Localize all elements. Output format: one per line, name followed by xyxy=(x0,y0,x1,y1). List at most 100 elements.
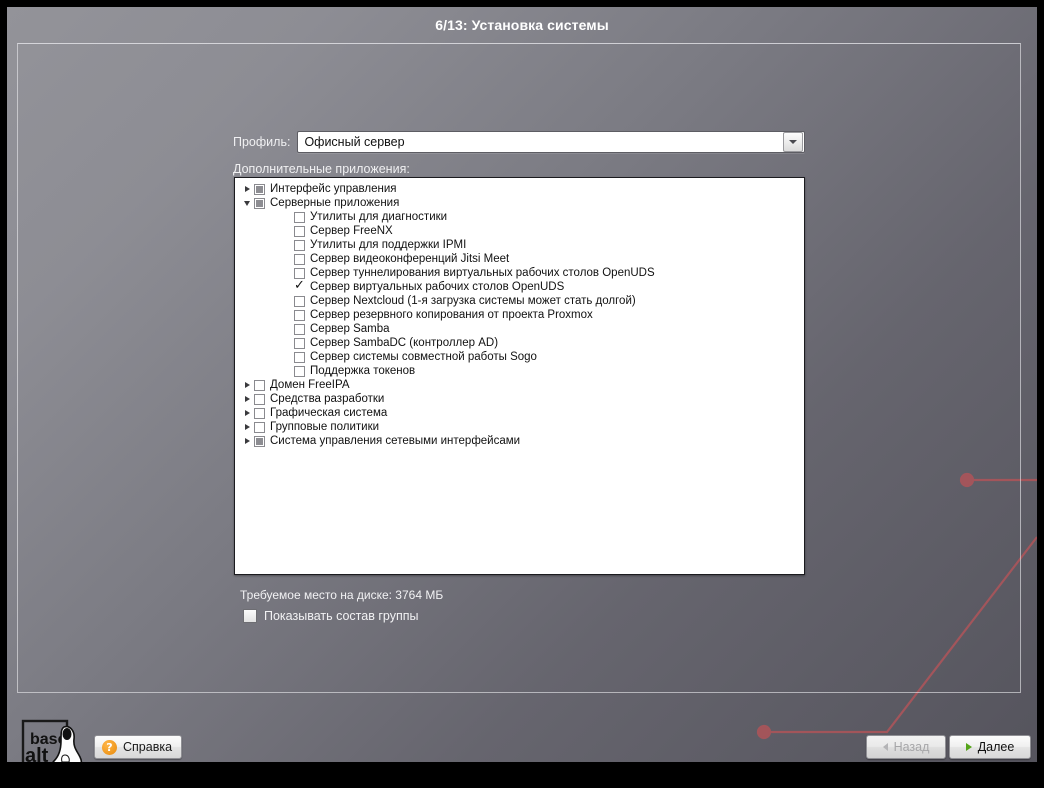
tree-checkbox[interactable] xyxy=(254,421,265,433)
profile-selected-value: Офисный сервер xyxy=(304,135,405,149)
tree-row[interactable]: Сервер FreeNX xyxy=(235,224,804,238)
tree-row-label: Серверные приложения xyxy=(270,197,400,209)
tree-row[interactable]: Утилиты для поддержки IPMI xyxy=(235,238,804,252)
tree-row[interactable]: Графическая система xyxy=(235,406,804,420)
tree-checkbox[interactable] xyxy=(254,393,265,405)
tree-row-label: Сервер FreeNX xyxy=(310,225,393,237)
next-button[interactable]: Далее xyxy=(949,735,1031,759)
tree-row-label: Сервер системы совместной работы Sogo xyxy=(310,351,537,363)
tree-checkbox[interactable] xyxy=(254,183,265,195)
chevron-down-icon[interactable] xyxy=(783,132,803,152)
chevron-right-icon xyxy=(965,743,972,751)
tree-row-label: Утилиты для поддержки IPMI xyxy=(310,239,467,251)
profile-row: Профиль: Офисный сервер xyxy=(233,130,805,154)
disk-space-text: Требуемое место на диске: 3764 МБ xyxy=(240,588,444,602)
tree-checkbox[interactable] xyxy=(294,295,305,307)
spacer-icon xyxy=(280,294,294,308)
tree-row-label: Сервер туннелирования виртуальных рабочи… xyxy=(310,267,655,279)
chevron-right-icon[interactable] xyxy=(240,378,254,392)
question-mark-icon: ? xyxy=(102,739,117,755)
spacer-icon xyxy=(280,364,294,378)
tree-row[interactable]: Сервер Samba xyxy=(235,322,804,336)
tree-checkbox[interactable] xyxy=(254,379,265,391)
chevron-left-icon xyxy=(882,743,888,751)
tree-row[interactable]: Сервер резервного копирования от проекта… xyxy=(235,308,804,322)
back-button[interactable]: Назад xyxy=(866,735,946,759)
show-group-contents-checkbox-row[interactable]: Показывать состав группы xyxy=(243,609,418,623)
show-group-contents-label: Показывать состав группы xyxy=(264,609,419,623)
additional-apps-label: Дополнительные приложения: xyxy=(233,162,410,176)
profile-select[interactable]: Офисный сервер xyxy=(297,131,805,153)
show-group-contents-checkbox[interactable] xyxy=(243,609,257,623)
chevron-right-icon[interactable] xyxy=(240,182,254,196)
tree-row-label: Сервер видеоконференций Jitsi Meet xyxy=(310,253,510,265)
installer-window: 6/13: Установка системы Профиль: Офисный… xyxy=(7,7,1037,762)
chevron-right-icon[interactable] xyxy=(240,420,254,434)
tree-checkbox[interactable] xyxy=(254,435,265,447)
spacer-icon xyxy=(280,266,294,280)
additional-apps-tree[interactable]: Интерфейс управления Серверные приложения… xyxy=(234,177,805,575)
chevron-down-icon[interactable] xyxy=(240,196,254,210)
spacer-icon xyxy=(280,350,294,364)
svg-text:alt: alt xyxy=(25,745,49,762)
help-button-label: Справка xyxy=(123,740,173,754)
tree-row-label: Сервер SambaDC (контроллер AD) xyxy=(310,337,499,349)
tree-row-label: Групповые политики xyxy=(270,421,380,433)
back-button-label: Назад xyxy=(893,740,930,754)
installer-screen: 6/13: Установка системы Профиль: Офисный… xyxy=(0,0,1044,788)
tree-checkbox[interactable] xyxy=(294,279,305,293)
tree-row[interactable]: Сервер виртуальных рабочих столов OpenUD… xyxy=(235,279,804,294)
tree-row-label: Поддержка токенов xyxy=(310,365,416,377)
tree-row[interactable]: Домен FreeIPA xyxy=(235,378,804,392)
tree-checkbox[interactable] xyxy=(294,211,305,223)
tree-checkbox[interactable] xyxy=(294,253,305,265)
tree-row-label: Сервер резервного копирования от проекта… xyxy=(310,309,593,321)
tree-checkbox[interactable] xyxy=(254,197,265,209)
help-button[interactable]: ? Справка xyxy=(94,735,183,759)
tree-row-label: Утилиты для диагностики xyxy=(310,211,448,223)
tree-row[interactable]: Сервер SambaDC (контроллер AD) xyxy=(235,336,804,350)
tree-row[interactable]: Групповые политики xyxy=(235,420,804,434)
basealt-logo: base alt xyxy=(21,719,83,762)
chevron-right-icon[interactable] xyxy=(240,392,254,406)
tree-checkbox[interactable] xyxy=(294,365,305,377)
page-content: Профиль: Офисный сервер Дополнительные п… xyxy=(7,7,1037,762)
tree-row-label: Сервер Samba xyxy=(310,323,390,335)
tree-checkbox[interactable] xyxy=(294,239,305,251)
tree-row-label: Система управления сетевыми интерфейсами xyxy=(270,435,521,447)
tree-row[interactable]: Сервер Nextcloud (1-я загрузка системы м… xyxy=(235,294,804,308)
tree-row-label: Интерфейс управления xyxy=(270,183,397,195)
next-button-label: Далее xyxy=(977,740,1015,754)
tree-checkbox[interactable] xyxy=(294,351,305,363)
spacer-icon xyxy=(280,322,294,336)
spacer-icon xyxy=(280,224,294,238)
tree-checkbox[interactable] xyxy=(294,337,305,349)
tree-row-label: Домен FreeIPA xyxy=(270,379,350,391)
tree-row[interactable]: Поддержка токенов xyxy=(235,364,804,378)
spacer-icon xyxy=(280,210,294,224)
tree-row[interactable]: Система управления сетевыми интерфейсами xyxy=(235,434,804,448)
tree-checkbox[interactable] xyxy=(294,323,305,335)
tree-row-label: Средства разработки xyxy=(270,393,385,405)
tree-checkbox[interactable] xyxy=(254,407,265,419)
tree-checkbox[interactable] xyxy=(294,267,305,279)
profile-label: Профиль: xyxy=(233,135,291,149)
tree-row-label: Графическая система xyxy=(270,407,388,419)
spacer-icon xyxy=(280,308,294,322)
tree-checkbox[interactable] xyxy=(294,309,305,321)
tree-row[interactable]: Сервер видеоконференций Jitsi Meet xyxy=(235,252,804,266)
spacer-icon xyxy=(280,238,294,252)
spacer-icon xyxy=(280,280,294,294)
tree-row-label: Сервер виртуальных рабочих столов OpenUD… xyxy=(310,281,565,293)
tree-row[interactable]: Утилиты для диагностики xyxy=(235,210,804,224)
tree-row[interactable]: Средства разработки xyxy=(235,392,804,406)
tree-row[interactable]: Серверные приложения xyxy=(235,196,804,210)
tree-row[interactable]: Интерфейс управления xyxy=(235,182,804,196)
chevron-right-icon[interactable] xyxy=(240,434,254,448)
chevron-right-icon[interactable] xyxy=(240,406,254,420)
tree-row[interactable]: Сервер системы совместной работы Sogo xyxy=(235,350,804,364)
spacer-icon xyxy=(280,336,294,350)
tree-checkbox[interactable] xyxy=(294,225,305,237)
tree-row[interactable]: Сервер туннелирования виртуальных рабочи… xyxy=(235,266,804,280)
tree-row-label: Сервер Nextcloud (1-я загрузка системы м… xyxy=(310,295,636,307)
